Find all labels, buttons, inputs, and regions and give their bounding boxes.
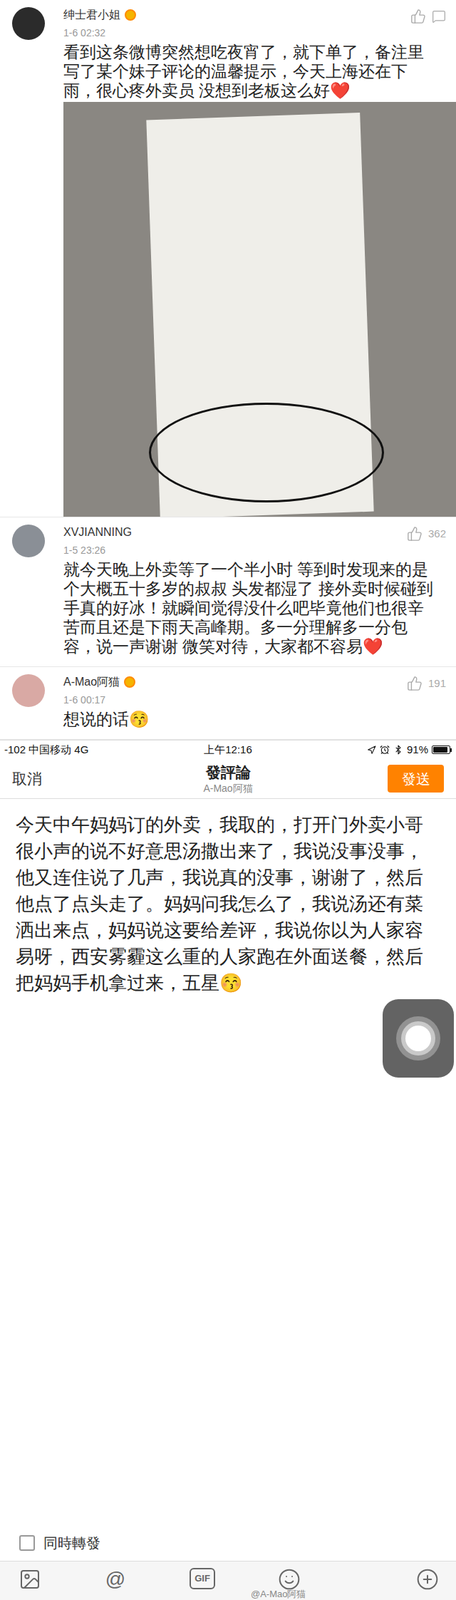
compose-screen: -102 中国移动 4G上午12:16 91% 取消 發評論A-Mao阿猫 發送今天中午… (0, 739, 456, 1600)
assistive-touch[interactable] (382, 998, 454, 1078)
photo[interactable] (63, 101, 456, 517)
comment: 绅士君小姐 1-6 02:32 看到这条微博突然想吃夜宵了，就下单了，备注里写了某个… (0, 0, 456, 518)
avatar[interactable] (12, 7, 45, 40)
send-button[interactable]: 發送 (387, 764, 444, 793)
clock: 上午12:16 (153, 741, 303, 759)
receipt (146, 112, 374, 517)
bluetooth-icon (393, 744, 404, 755)
reply-icon[interactable] (431, 9, 447, 24)
repost-checkbox[interactable] (19, 1534, 35, 1551)
image-icon[interactable] (18, 1567, 42, 1591)
compose-text[interactable]: 今天中午妈妈订的外卖，我取的，打开门外卖小哥很小声的说不好意思汤撒出来了，我说没… (0, 798, 456, 997)
toolbar: @ GIF @A-Mao阿猫 (0, 1560, 456, 1600)
mention-button[interactable]: @ (104, 1567, 127, 1591)
comment: A-Mao阿猫 1-6 00:17 191 想说的话😚 (0, 666, 456, 740)
repost-label: 同時轉發 (43, 1531, 101, 1554)
gif-button[interactable]: GIF (189, 1567, 216, 1589)
comment-text: 想说的话😚 (63, 709, 434, 729)
comment-time: 1-6 02:32 (63, 25, 137, 40)
battery-icon (431, 745, 452, 754)
nav-bar: 取消 發評論A-Mao阿猫 發送 (0, 758, 456, 799)
avatar[interactable] (12, 524, 45, 558)
badge-icon (123, 676, 136, 688)
compose-body[interactable]: 今天中午妈妈订的外卖，我取的，打开门外卖小哥很小声的说不好意思汤撒出来了，我说没… (0, 798, 456, 1525)
nav-subtitle: A-Mao阿猫 (203, 781, 253, 795)
circle-mark (148, 402, 385, 503)
user-name[interactable]: 绅士君小姐 (63, 7, 121, 23)
cancel-button[interactable]: 取消 (12, 770, 43, 787)
watermark: @A-Mao阿猫 (250, 1588, 307, 1599)
carrier: -102 中国移动 4G (4, 741, 154, 759)
comment: XVJIANNING1-5 23:26 362 就今天晚上外卖等了一个半小时 等到时… (0, 517, 456, 667)
page: 绅士君小姐 1-6 02:32 看到这条微博突然想吃夜宵了，就下单了，备注里写了某个… (0, 0, 456, 1600)
like-icon[interactable] (410, 8, 427, 25)
location-icon (366, 745, 377, 755)
like-icon[interactable] (406, 675, 423, 692)
user-name[interactable]: A-Mao阿猫 (63, 674, 120, 690)
avatar[interactable] (12, 674, 45, 707)
comment-text: 看到这条微博突然想吃夜宵了，就下单了，备注里写了某个妹子评论的温馨提示，今天上海… (63, 42, 434, 101)
user-name[interactable]: XVJIANNING (63, 524, 132, 541)
comment-time: 1-6 00:17 (63, 692, 136, 707)
emoji-icon[interactable] (277, 1567, 301, 1591)
status-bar: -102 中国移动 4G上午12:16 91% (0, 740, 456, 759)
badge-icon (124, 9, 137, 21)
alarm-icon (379, 744, 390, 755)
repost-row[interactable]: 同時轉發 (0, 1524, 456, 1561)
battery-text: 91% (406, 741, 429, 759)
nav-title: 發評論 (205, 763, 251, 782)
like-count: 191 (428, 675, 447, 692)
like-icon[interactable] (406, 525, 423, 542)
comment-text: 就今天晚上外卖等了一个半小时 等到时发现来的是个大概五十多岁的叔叔 头发都湿了 … (63, 560, 434, 657)
plus-icon[interactable] (416, 1567, 439, 1591)
like-count: 362 (428, 525, 447, 543)
comment-time: 1-5 23:26 (63, 542, 132, 558)
